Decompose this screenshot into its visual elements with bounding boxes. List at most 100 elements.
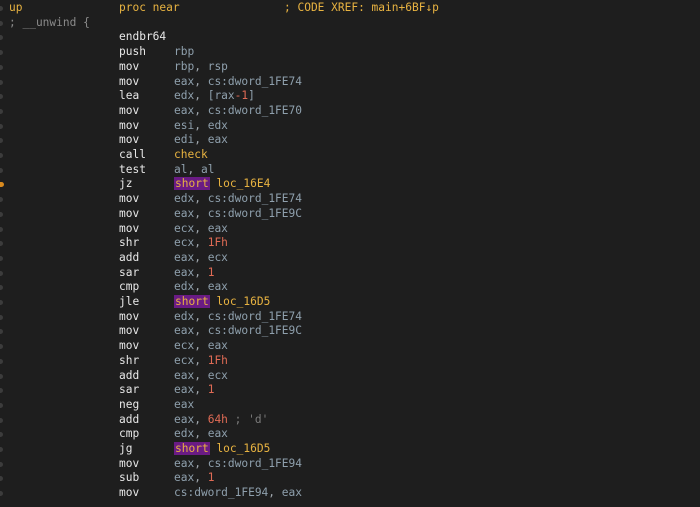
- operand-register[interactable]: edx: [174, 280, 194, 293]
- gutter-marker[interactable]: [0, 255, 3, 261]
- operand-register[interactable]: rbp: [174, 60, 194, 73]
- mnemonic[interactable]: shr: [119, 236, 139, 251]
- instruction-line[interactable]: sar eax, 1: [0, 383, 700, 398]
- gutter-marker[interactable]: [0, 344, 3, 350]
- operand-register[interactable]: eax: [208, 427, 228, 440]
- operand-register[interactable]: eax: [208, 280, 228, 293]
- gutter-marker[interactable]: [0, 491, 3, 497]
- jump-target-link[interactable]: loc_16E4: [216, 177, 270, 190]
- gutter-marker[interactable]: [0, 285, 3, 291]
- instruction-line[interactable]: push rbp: [0, 45, 700, 60]
- operand-register[interactable]: eax: [174, 251, 194, 264]
- instruction-line[interactable]: mov ecx, eax: [0, 339, 700, 354]
- instruction-line[interactable]: mov esi, edx: [0, 119, 700, 134]
- gutter-marker[interactable]: [0, 447, 3, 452]
- mnemonic[interactable]: mov: [119, 192, 139, 207]
- operand-register[interactable]: ecx: [174, 236, 194, 249]
- mnemonic[interactable]: add: [119, 413, 139, 428]
- mnemonic[interactable]: sub: [119, 471, 139, 486]
- mnemonic[interactable]: lea: [119, 89, 139, 104]
- mnemonic[interactable]: push: [119, 45, 146, 60]
- instruction-line[interactable]: sar eax, 1: [0, 266, 700, 281]
- proc-header-line[interactable]: up proc near ; CODE XREF: main+6BF↓p: [0, 1, 700, 16]
- gutter-marker[interactable]: [0, 432, 3, 438]
- breakpoint-marker[interactable]: [0, 182, 4, 188]
- operand-register[interactable]: edx: [174, 310, 194, 323]
- mnemonic[interactable]: call: [119, 148, 146, 163]
- operand-register[interactable]: eax: [174, 369, 194, 382]
- instruction-line[interactable]: call check: [0, 148, 700, 163]
- operand-register[interactable]: edx: [174, 89, 194, 102]
- operand-register[interactable]: cs:dword_1FE9C: [208, 207, 302, 220]
- mnemonic[interactable]: add: [119, 251, 139, 266]
- gutter-marker[interactable]: [0, 108, 3, 114]
- operand-register[interactable]: eax: [282, 486, 302, 499]
- instruction-line[interactable]: cmp edx, eax: [0, 427, 700, 442]
- mnemonic[interactable]: cmp: [119, 280, 139, 295]
- mnemonic[interactable]: jz: [119, 177, 132, 192]
- operand-register[interactable]: edx: [208, 119, 228, 132]
- gutter-marker[interactable]: [0, 300, 3, 305]
- operand-register[interactable]: [rax: [208, 89, 235, 102]
- gutter-marker[interactable]: [0, 417, 3, 423]
- mnemonic[interactable]: mov: [119, 75, 139, 90]
- gutter-marker[interactable]: [0, 50, 3, 56]
- instruction-line[interactable]: jg short loc_16D5: [0, 442, 700, 457]
- operand-register[interactable]: eax: [174, 457, 194, 470]
- gutter-marker[interactable]: [0, 211, 3, 217]
- operand-register[interactable]: ecx: [174, 339, 194, 352]
- operand-register[interactable]: eax: [174, 75, 194, 88]
- operand-register[interactable]: ecx: [174, 354, 194, 367]
- instruction-line[interactable]: mov rbp, rsp: [0, 60, 700, 75]
- gutter-marker[interactable]: [0, 226, 3, 232]
- operand-register[interactable]: eax: [174, 207, 194, 220]
- gutter-marker[interactable]: [0, 79, 3, 85]
- operand-register[interactable]: rbp: [174, 45, 194, 58]
- gutter-marker[interactable]: [0, 138, 3, 144]
- gutter-marker[interactable]: [0, 402, 3, 408]
- operand-register[interactable]: eax: [174, 104, 194, 117]
- xref-comment[interactable]: ; CODE XREF: main+6BF↓p: [284, 1, 439, 16]
- mnemonic[interactable]: mov: [119, 222, 139, 237]
- mnemonic[interactable]: mov: [119, 133, 139, 148]
- instruction-line[interactable]: mov eax, cs:dword_1FE70: [0, 104, 700, 119]
- gutter-marker[interactable]: [0, 153, 3, 158]
- operand-register[interactable]: ecx: [208, 251, 228, 264]
- gutter-marker[interactable]: [0, 358, 3, 364]
- gutter-marker[interactable]: [0, 476, 3, 482]
- operand-register[interactable]: eax: [174, 324, 194, 337]
- operand-register[interactable]: eax: [208, 339, 228, 352]
- operand-register[interactable]: ecx: [174, 222, 194, 235]
- gutter-marker[interactable]: [0, 35, 3, 41]
- gutter-marker[interactable]: [0, 461, 3, 467]
- operand-register[interactable]: edx: [174, 427, 194, 440]
- mnemonic[interactable]: cmp: [119, 427, 139, 442]
- instruction-line[interactable]: mov cs:dword_1FE94, eax: [0, 486, 700, 501]
- operand-register[interactable]: rsp: [208, 60, 228, 73]
- operand-register[interactable]: eax: [174, 413, 194, 426]
- mnemonic[interactable]: jg: [119, 442, 132, 457]
- instruction-line[interactable]: neg eax: [0, 398, 700, 413]
- mnemonic[interactable]: neg: [119, 398, 139, 413]
- instruction-line[interactable]: sub eax, 1: [0, 471, 700, 486]
- operand-register[interactable]: edi: [174, 133, 194, 146]
- gutter-marker[interactable]: [0, 197, 3, 203]
- mnemonic[interactable]: mov: [119, 207, 139, 222]
- instruction-line[interactable]: add eax, 64h ; 'd': [0, 413, 700, 428]
- instruction-line[interactable]: add eax, ecx: [0, 369, 700, 384]
- gutter-marker[interactable]: [0, 270, 3, 276]
- instruction-line[interactable]: mov edx, cs:dword_1FE74: [0, 310, 700, 325]
- operand-register[interactable]: cs:dword_1FE70: [208, 104, 302, 117]
- instruction-line[interactable]: test al, al: [0, 163, 700, 178]
- operand-register[interactable]: cs:dword_1FE94: [208, 457, 302, 470]
- mnemonic[interactable]: mov: [119, 324, 139, 339]
- operand-register[interactable]: cs:dword_1FE94: [174, 486, 268, 499]
- instruction-line[interactable]: jle short loc_16D5: [0, 295, 700, 310]
- mnemonic[interactable]: mov: [119, 339, 139, 354]
- gutter-marker[interactable]: [0, 388, 3, 394]
- mnemonic[interactable]: add: [119, 369, 139, 384]
- mnemonic[interactable]: mov: [119, 119, 139, 134]
- gutter-marker[interactable]: [0, 241, 3, 247]
- gutter-marker[interactable]: [0, 123, 3, 129]
- gutter-marker[interactable]: [0, 167, 3, 173]
